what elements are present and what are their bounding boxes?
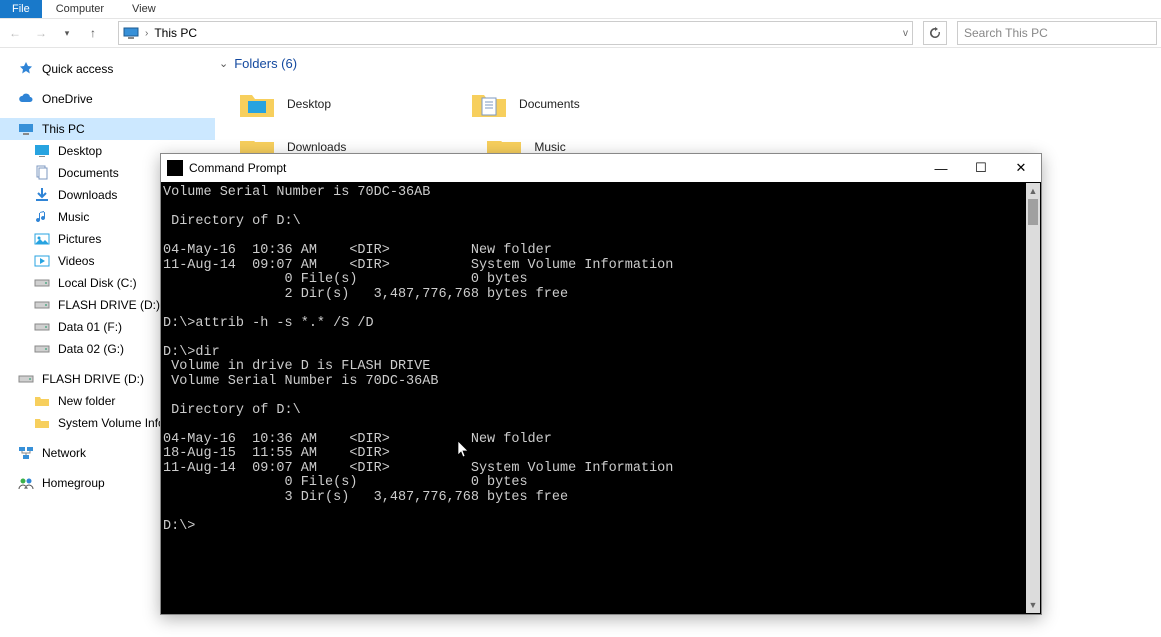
music-folder-icon [486, 141, 522, 153]
sidebar-label: OneDrive [42, 92, 93, 106]
search-input[interactable]: Search This PC [957, 21, 1157, 45]
sidebar-label: Videos [58, 254, 94, 268]
sidebar-label: New folder [58, 394, 115, 408]
desktop-folder-icon [239, 89, 275, 119]
back-button[interactable]: ← [4, 22, 26, 44]
command-prompt-titlebar[interactable]: Command Prompt — ☐ ✕ [161, 154, 1041, 182]
this-pc-icon [123, 25, 139, 41]
command-prompt-output[interactable]: Volume Serial Number is 70DC-36AB Direct… [161, 182, 1041, 614]
search-placeholder: Search This PC [964, 26, 1048, 40]
menu-computer[interactable]: Computer [42, 1, 118, 17]
folder-label: Music [534, 141, 565, 153]
mouse-cursor-icon [457, 440, 471, 458]
sidebar-label: Pictures [58, 232, 101, 246]
drive-icon [34, 275, 50, 291]
command-prompt-window[interactable]: Command Prompt — ☐ ✕ Volume Serial Numbe… [160, 153, 1042, 615]
cmd-scrollbar[interactable]: ▲ ▼ [1026, 183, 1040, 613]
folder-label: Downloads [287, 141, 346, 153]
documents-icon [34, 165, 50, 181]
address-bar[interactable]: › This PC v [118, 21, 913, 45]
sidebar-label: Data 02 (G:) [58, 342, 124, 356]
drive-icon [34, 319, 50, 335]
explorer-menu-bar: File Computer View [0, 0, 1161, 18]
sidebar-label: FLASH DRIVE (D:) [42, 372, 144, 386]
folder-item-desktop[interactable]: Desktop [239, 89, 331, 119]
sidebar-label: Homegroup [42, 476, 105, 490]
breadcrumb-chevron-icon: › [145, 28, 148, 39]
documents-folder-icon [471, 89, 507, 119]
sidebar-label: Quick access [42, 62, 113, 76]
forward-button[interactable]: → [30, 22, 52, 44]
sidebar-label: FLASH DRIVE (D:) [58, 298, 160, 312]
folder-label: Desktop [287, 97, 331, 111]
scroll-down-icon[interactable]: ▼ [1026, 597, 1040, 613]
folder-item-documents[interactable]: Documents [471, 89, 580, 119]
drive-icon [18, 371, 34, 387]
up-button[interactable]: ↑ [82, 22, 104, 44]
folders-group-header[interactable]: ⌄ Folders (6) [215, 56, 1161, 71]
maximize-button[interactable]: ☐ [961, 154, 1001, 182]
sidebar-label: Downloads [58, 188, 117, 202]
sidebar-label: Desktop [58, 144, 102, 158]
sidebar-label: Local Disk (C:) [58, 276, 137, 290]
music-icon [34, 209, 50, 225]
address-dropdown-icon[interactable]: v [903, 28, 908, 39]
folder-icon [34, 415, 50, 431]
folder-label: Documents [519, 97, 580, 111]
scroll-thumb[interactable] [1028, 199, 1038, 225]
chevron-down-icon: ⌄ [219, 57, 228, 70]
window-title: Command Prompt [189, 161, 921, 175]
sidebar-label: Documents [58, 166, 119, 180]
folder-icon [34, 393, 50, 409]
scroll-up-icon[interactable]: ▲ [1026, 183, 1040, 199]
cloud-icon [18, 91, 34, 107]
explorer-nav-row: ← → ▾ ↑ › This PC v Search This PC [0, 18, 1161, 48]
cmd-icon [167, 160, 183, 176]
breadcrumb-this-pc[interactable]: This PC [154, 26, 197, 40]
folder-item-music[interactable]: Music [486, 141, 565, 153]
sidebar-item-onedrive[interactable]: OneDrive [0, 88, 215, 110]
sidebar-item-this-pc[interactable]: This PC [0, 118, 215, 140]
folders-header-label: Folders (6) [234, 56, 297, 71]
close-button[interactable]: ✕ [1001, 154, 1041, 182]
sidebar-label: Music [58, 210, 89, 224]
drive-icon [34, 341, 50, 357]
star-icon [18, 61, 34, 77]
downloads-icon [34, 187, 50, 203]
network-icon [18, 445, 34, 461]
menu-file[interactable]: File [0, 0, 42, 18]
sidebar-label: Data 01 (F:) [58, 320, 122, 334]
recent-dropdown[interactable]: ▾ [56, 22, 78, 44]
desktop-icon [34, 143, 50, 159]
homegroup-icon [18, 475, 34, 491]
minimize-button[interactable]: — [921, 154, 961, 182]
refresh-button[interactable] [923, 21, 947, 45]
sidebar-label: Network [42, 446, 86, 460]
downloads-folder-icon [239, 141, 275, 153]
menu-view[interactable]: View [118, 1, 170, 17]
sidebar-item-quick-access[interactable]: Quick access [0, 58, 215, 80]
pictures-icon [34, 231, 50, 247]
sidebar-label: This PC [42, 122, 85, 136]
folder-item-downloads[interactable]: Downloads [239, 141, 346, 153]
this-pc-icon [18, 121, 34, 137]
drive-icon [34, 297, 50, 313]
videos-icon [34, 253, 50, 269]
